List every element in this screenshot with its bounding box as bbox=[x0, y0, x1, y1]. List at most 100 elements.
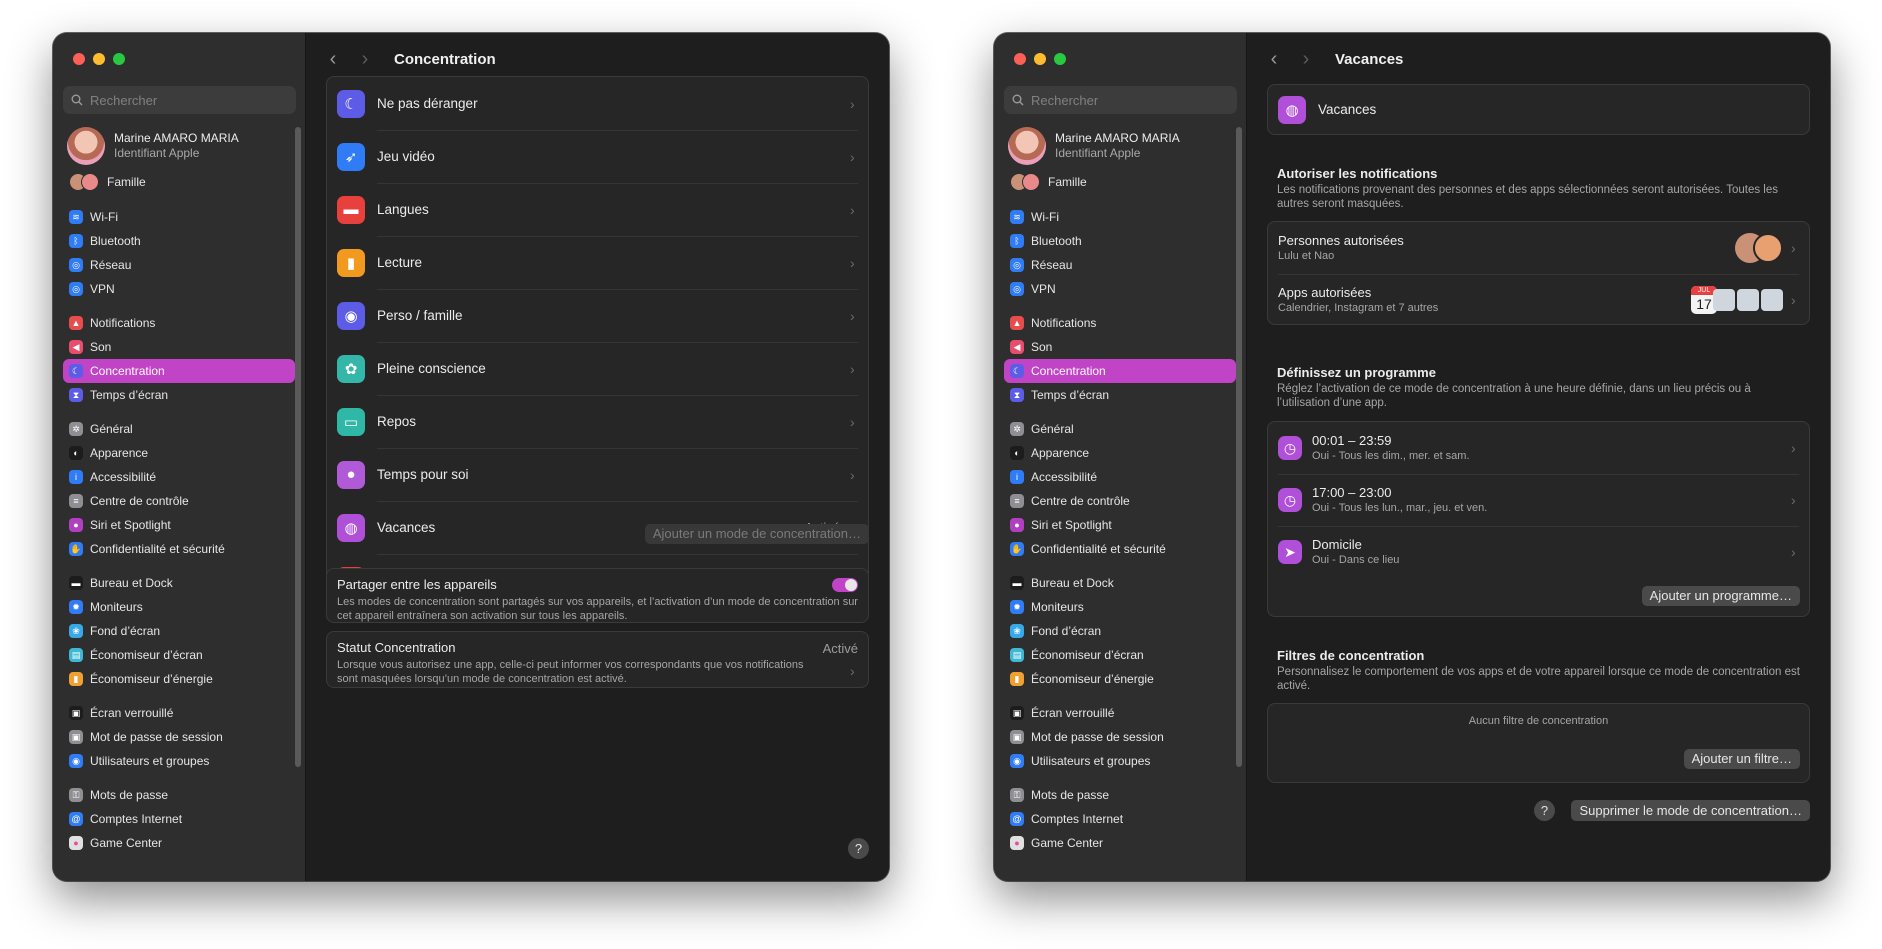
sidebar-item-accessibility[interactable]: i Accessibilité bbox=[1004, 465, 1236, 489]
add-schedule-button[interactable]: Ajouter un programme… bbox=[1641, 586, 1800, 606]
sidebar-item-hourglass[interactable]: ⧗ Temps d’écran bbox=[63, 383, 295, 407]
close-window-button[interactable] bbox=[73, 53, 85, 65]
main-pane: ‹ › Vacances ◍ Vacances Autoriser les no… bbox=[1247, 33, 1830, 881]
sidebar-item-control-center[interactable]: ≡ Centre de contrôle bbox=[63, 489, 295, 513]
sidebar-item-gear[interactable]: ✲ Général bbox=[1004, 417, 1236, 441]
app-placeholder-icon bbox=[1713, 289, 1735, 311]
sidebar-item-moon[interactable]: ☾ Concentration bbox=[63, 359, 295, 383]
sidebar-item-key[interactable]: ⚿ Mots de passe bbox=[63, 783, 295, 807]
clock-icon: ◷ bbox=[1278, 488, 1302, 512]
sidebar-item-bell[interactable]: ▲ Notifications bbox=[63, 311, 295, 335]
sidebar-item-lock-password[interactable]: ▣ Mot de passe de session bbox=[63, 725, 295, 749]
sidebar-item-dock[interactable]: ▬ Bureau et Dock bbox=[1004, 571, 1236, 595]
sidebar-item-users[interactable]: ◉ Utilisateurs et groupes bbox=[63, 749, 295, 773]
sidebar-item-battery[interactable]: ▮ Économiseur d’énergie bbox=[1004, 667, 1236, 691]
sidebar-item-network-globe[interactable]: ◎ Réseau bbox=[63, 253, 295, 277]
allowed-apps-sub: Calendrier, Instagram et 7 autres bbox=[1278, 302, 1439, 314]
sidebar-item-users[interactable]: ◉ Utilisateurs et groupes bbox=[1004, 749, 1236, 773]
moon-icon: ☾ bbox=[69, 364, 83, 378]
sidebar-item-display[interactable]: ✹ Moniteurs bbox=[63, 595, 295, 619]
schedule-row[interactable]: ◷ 17:00 – 23:00 Oui - Tous les lun., mar.,… bbox=[1268, 474, 1809, 526]
sidebar-item-game-center[interactable]: ● Game Center bbox=[1004, 831, 1236, 855]
allowed-apps-row[interactable]: Apps autorisées Calendrier, Instagram et… bbox=[1268, 274, 1809, 326]
add-filter-button[interactable]: Ajouter un filtre… bbox=[1683, 749, 1800, 769]
minimize-window-button[interactable] bbox=[93, 53, 105, 65]
schedule-row[interactable]: ◷ 00:01 – 23:59 Oui - Tous les dim., mer. … bbox=[1268, 422, 1809, 474]
zoom-window-button[interactable] bbox=[113, 53, 125, 65]
allowed-people-row[interactable]: Personnes autorisées Lulu et Nao › bbox=[1268, 222, 1809, 274]
sidebar-item-wallpaper[interactable]: ❀ Fond d’écran bbox=[63, 619, 295, 643]
close-window-button[interactable] bbox=[1014, 53, 1026, 65]
search-input[interactable] bbox=[1031, 92, 1221, 108]
zoom-window-button[interactable] bbox=[1054, 53, 1066, 65]
search-field[interactable] bbox=[1004, 86, 1237, 114]
focus-mode-row[interactable]: ▬ Langues › bbox=[327, 183, 868, 236]
focus-status-card[interactable]: Statut Concentration Activé Lorsque vous… bbox=[326, 631, 869, 688]
sidebar-item-screensaver[interactable]: ▤ Économiseur d’écran bbox=[63, 643, 295, 667]
focus-mode-row[interactable]: ● Temps pour soi › bbox=[327, 448, 868, 501]
sidebar-item-battery[interactable]: ▮ Économiseur d’énergie bbox=[63, 667, 295, 691]
sidebar-item-accessibility[interactable]: i Accessibilité bbox=[63, 465, 295, 489]
focus-mode-row[interactable]: ➶ Jeu vidéo › bbox=[327, 130, 868, 183]
sidebar-item-game-center[interactable]: ● Game Center bbox=[63, 831, 295, 855]
share-toggle[interactable] bbox=[832, 578, 858, 592]
focus-mode-label: Langues bbox=[377, 202, 429, 217]
family-label: Famille bbox=[107, 175, 146, 189]
delete-focus-mode-button[interactable]: Supprimer le mode de concentration… bbox=[1571, 800, 1810, 821]
sidebar-item-key[interactable]: ⚿ Mots de passe bbox=[1004, 783, 1236, 807]
sidebar-item-hand[interactable]: ✋ Confidentialité et sécurité bbox=[63, 537, 295, 561]
apple-account[interactable]: Marine AMARO MARIA Identifiant Apple bbox=[53, 123, 305, 169]
search-field[interactable] bbox=[63, 86, 296, 114]
sidebar-item-control-center[interactable]: ≡ Centre de contrôle bbox=[1004, 489, 1236, 513]
sidebar-item-bluetooth[interactable]: ᛒ Bluetooth bbox=[1004, 229, 1236, 253]
sidebar-item-hand[interactable]: ✋ Confidentialité et sécurité bbox=[1004, 537, 1236, 561]
help-button[interactable]: ? bbox=[1534, 800, 1555, 821]
sidebar-item-at[interactable]: @ Comptes Internet bbox=[1004, 807, 1236, 831]
sidebar-item-siri[interactable]: ● Siri et Spotlight bbox=[63, 513, 295, 537]
sidebar-item-dock[interactable]: ▬ Bureau et Dock bbox=[63, 571, 295, 595]
sidebar-item-network-globe[interactable]: ◎ Réseau bbox=[1004, 253, 1236, 277]
sidebar-item-label: Mot de passe de session bbox=[90, 730, 223, 744]
sidebar-item-speaker[interactable]: ◀ Son bbox=[1004, 335, 1236, 359]
sidebar-item-appearance[interactable]: ◐ Apparence bbox=[63, 441, 295, 465]
sidebar-item-family[interactable]: Famille bbox=[994, 169, 1246, 195]
sidebar-item-bell[interactable]: ▲ Notifications bbox=[1004, 311, 1236, 335]
focus-mode-row[interactable]: ✿ Pleine conscience › bbox=[327, 342, 868, 395]
focus-mode-row[interactable]: ◉ Perso / famille › bbox=[327, 289, 868, 342]
sidebar-item-family[interactable]: Famille bbox=[53, 169, 305, 195]
forward-arrow-icon[interactable]: › bbox=[358, 48, 372, 71]
sidebar-item-wallpaper[interactable]: ❀ Fond d’écran bbox=[1004, 619, 1236, 643]
focus-status-description: Lorsque vous autorisez une app, celle-ci… bbox=[337, 659, 804, 685]
sidebar-item-appearance[interactable]: ◐ Apparence bbox=[1004, 441, 1236, 465]
sidebar-item-at[interactable]: @ Comptes Internet bbox=[63, 807, 295, 831]
focus-mode-row[interactable]: ☾ Ne pas déranger › bbox=[327, 77, 868, 130]
sidebar-item-gear[interactable]: ✲ Général bbox=[63, 417, 295, 441]
sidebar-item-vpn-globe[interactable]: ◎ VPN bbox=[63, 277, 295, 301]
minimize-window-button[interactable] bbox=[1034, 53, 1046, 65]
help-button[interactable]: ? bbox=[848, 838, 869, 859]
sidebar-group: ▲ Notifications ◀ Son ☾ Concentration ⧗ Temps d… bbox=[994, 311, 1246, 407]
focus-mode-row[interactable]: ▭ Repos › bbox=[327, 395, 868, 448]
sidebar-item-lock[interactable]: ▣ Écran verrouillé bbox=[63, 701, 295, 725]
sidebar-item-wifi[interactable]: ≋ Wi-Fi bbox=[1004, 205, 1236, 229]
sidebar-item-siri[interactable]: ● Siri et Spotlight bbox=[1004, 513, 1236, 537]
page-title: Vacances bbox=[1335, 50, 1404, 68]
search-input[interactable] bbox=[90, 92, 280, 108]
sidebar-item-vpn-globe[interactable]: ◎ VPN bbox=[1004, 277, 1236, 301]
focus-mode-row[interactable]: ▮ Lecture › bbox=[327, 236, 868, 289]
sidebar-item-display[interactable]: ✹ Moniteurs bbox=[1004, 595, 1236, 619]
sidebar-item-moon[interactable]: ☾ Concentration bbox=[1004, 359, 1236, 383]
sidebar-item-lock[interactable]: ▣ Écran verrouillé bbox=[1004, 701, 1236, 725]
sidebar-item-wifi[interactable]: ≋ Wi-Fi bbox=[63, 205, 295, 229]
add-focus-mode-button[interactable]: Ajouter un mode de concentration… bbox=[644, 524, 869, 544]
back-arrow-icon[interactable]: ‹ bbox=[1267, 48, 1281, 71]
sidebar-item-lock-password[interactable]: ▣ Mot de passe de session bbox=[1004, 725, 1236, 749]
forward-arrow-icon[interactable]: › bbox=[1299, 48, 1313, 71]
apple-account[interactable]: Marine AMARO MARIA Identifiant Apple bbox=[994, 123, 1246, 169]
sidebar-item-hourglass[interactable]: ⧗ Temps d’écran bbox=[1004, 383, 1236, 407]
sidebar-item-speaker[interactable]: ◀ Son bbox=[63, 335, 295, 359]
back-arrow-icon[interactable]: ‹ bbox=[326, 48, 340, 71]
sidebar-item-bluetooth[interactable]: ᛒ Bluetooth bbox=[63, 229, 295, 253]
schedule-row[interactable]: ➤ Domicile Oui - Dans ce lieu › bbox=[1268, 526, 1809, 578]
sidebar-item-screensaver[interactable]: ▤ Économiseur d’écran bbox=[1004, 643, 1236, 667]
